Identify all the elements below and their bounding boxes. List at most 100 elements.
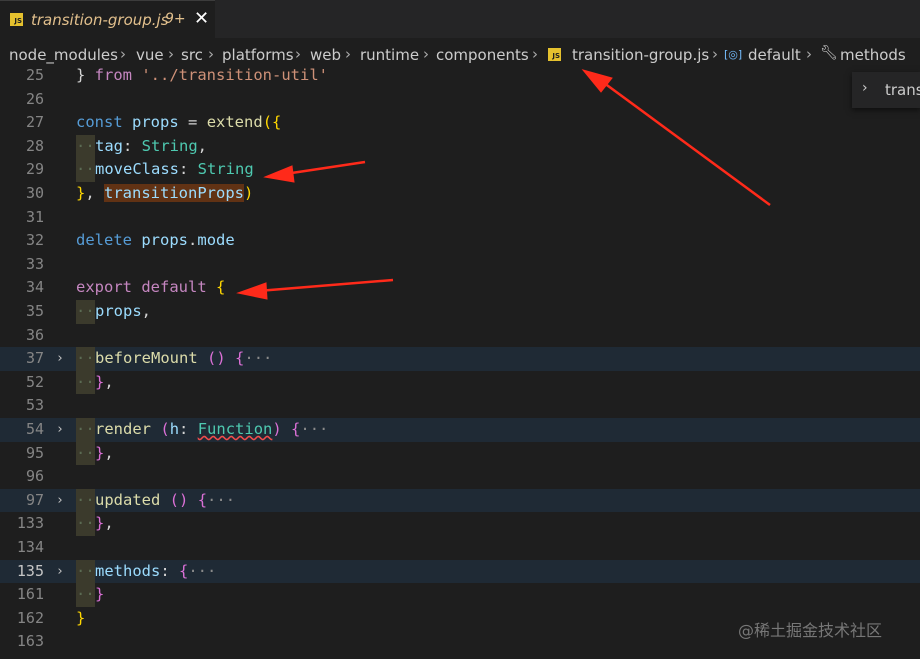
- breadcrumb-item-transition-group-js[interactable]: transition-group.js: [572, 46, 709, 64]
- code-line[interactable]: 27 const props = extend({: [0, 111, 920, 135]
- code-line[interactable]: 54 › ··render (h: Function) {···: [0, 418, 920, 442]
- symbol-module-icon: [◎]: [724, 48, 743, 61]
- code-text: ··},: [76, 370, 114, 395]
- code-line[interactable]: 35 ··props,: [0, 300, 920, 324]
- code-line[interactable]: 26: [0, 88, 920, 112]
- js-file-icon: JS: [10, 13, 23, 26]
- fold-chevron-icon[interactable]: ›: [56, 347, 64, 371]
- code-token: moveClass: [95, 160, 179, 179]
- code-token: ,: [104, 514, 114, 533]
- code-token: }: [76, 184, 86, 202]
- indent-guide: ··: [76, 300, 95, 324]
- code-line[interactable]: 52 ··},: [0, 370, 920, 395]
- breadcrumb-item-methods[interactable]: methods: [840, 46, 906, 64]
- indent-guide: ··: [76, 512, 95, 536]
- breadcrumb-item-vue[interactable]: vue: [136, 46, 164, 64]
- code-token: methods: [95, 561, 161, 580]
- line-number: 27: [25, 113, 44, 132]
- code-line[interactable]: 29 ··moveClass: String: [0, 158, 920, 182]
- line-number: 96: [25, 467, 44, 486]
- breadcrumb-separator: ›: [532, 45, 538, 63]
- code-token: ,: [197, 136, 208, 155]
- line-number: 95: [25, 443, 44, 462]
- close-icon[interactable]: ✕: [194, 8, 209, 29]
- breadcrumb-separator: ›: [295, 45, 301, 63]
- code-token: :: [179, 160, 198, 179]
- code-token: String: [141, 136, 198, 155]
- fold-chevron-icon[interactable]: ›: [56, 418, 64, 442]
- fold-chevron-icon[interactable]: ›: [56, 489, 64, 513]
- tab-filename: transition-group.js: [31, 11, 169, 29]
- code-line[interactable]: 96: [0, 465, 920, 489]
- code-token: props: [141, 231, 189, 250]
- code-editor[interactable]: 25} from '../transition-util' 26 27 const p…: [0, 64, 920, 659]
- breadcrumb-item-src[interactable]: src: [181, 46, 203, 64]
- breadcrumb-item-components[interactable]: components: [436, 46, 529, 64]
- peek-widget[interactable]: › trans: [852, 72, 920, 108]
- line-number: 97: [25, 490, 44, 509]
- line-number: 28: [25, 136, 44, 155]
- editor-tab[interactable]: JS transition-group.js 9+ ✕: [0, 0, 215, 38]
- breadcrumb-item-runtime[interactable]: runtime: [360, 46, 419, 64]
- breadcrumb-separator: ›: [345, 45, 351, 63]
- indent-guide: ··: [76, 559, 95, 584]
- code-token: ···: [188, 561, 217, 580]
- peek-label: trans: [885, 81, 920, 99]
- fold-chevron-icon[interactable]: ›: [56, 560, 64, 584]
- code-text: }, transitionProps): [76, 182, 253, 206]
- code-token: extend: [206, 113, 263, 132]
- code-line[interactable]: 28 ··tag: String,: [0, 134, 920, 159]
- code-token: props: [95, 302, 142, 320]
- chevron-right-icon[interactable]: ›: [862, 80, 868, 96]
- code-line[interactable]: 31: [0, 206, 920, 230]
- line-number: 135: [16, 561, 44, 580]
- code-text: const props = extend({: [76, 111, 281, 135]
- code-token: }: [76, 66, 95, 84]
- code-text: ··render (h: Function) {···: [76, 418, 328, 442]
- code-token: }: [76, 608, 86, 627]
- tab-bar: JS transition-group.js 9+ ✕: [0, 0, 920, 38]
- code-token: :: [179, 420, 198, 438]
- code-line[interactable]: 32 delete props.mode: [0, 229, 920, 253]
- breadcrumb-item-default[interactable]: default: [748, 46, 801, 64]
- code-token: :: [123, 136, 142, 155]
- code-line[interactable]: 30 }, transitionProps): [0, 182, 920, 206]
- line-number: 33: [25, 254, 44, 273]
- code-line[interactable]: 134: [0, 536, 920, 560]
- code-line[interactable]: 97 › ··updated () {···: [0, 488, 920, 513]
- code-line[interactable]: 33: [0, 253, 920, 277]
- code-token: export: [76, 278, 132, 297]
- code-line[interactable]: 34 export default {: [0, 276, 920, 300]
- code-token: tag: [95, 136, 123, 155]
- code-line[interactable]: 36: [0, 324, 920, 348]
- code-text: ··beforeMount () {···: [76, 347, 272, 371]
- code-line[interactable]: 95 ··},: [0, 441, 920, 466]
- breadcrumb-item-platforms[interactable]: platforms: [222, 46, 294, 64]
- code-text: ··}: [76, 583, 104, 607]
- code-line[interactable]: 25} from '../transition-util': [0, 64, 920, 88]
- line-number: 162: [16, 608, 44, 627]
- watermark: @稀土掘金技术社区: [738, 621, 883, 640]
- code-text: delete props.mode: [76, 229, 235, 253]
- code-token: ···: [244, 349, 273, 368]
- breadcrumb-item-web[interactable]: web: [310, 46, 341, 64]
- line-number: 34: [25, 278, 44, 297]
- code-line[interactable]: 161 ··}: [0, 583, 920, 607]
- code-line[interactable]: 133 ··},: [0, 512, 920, 536]
- code-line[interactable]: 135 › ··methods: {···: [0, 559, 920, 584]
- code-token: props: [132, 113, 179, 132]
- code-token: String: [197, 160, 254, 179]
- line-number: 134: [16, 538, 44, 556]
- code-line[interactable]: 53: [0, 394, 920, 418]
- code-token: .: [188, 231, 198, 250]
- code-token: {: [291, 420, 301, 438]
- code-token: }: [95, 585, 105, 604]
- code-token: (: [160, 420, 170, 438]
- indent-guide: ··: [76, 134, 95, 159]
- line-number: 25: [25, 66, 44, 84]
- breadcrumb-item-node-modules[interactable]: node_modules: [9, 46, 118, 64]
- code-token: '../transition-util': [141, 66, 328, 84]
- line-number: 30: [25, 184, 44, 202]
- code-line[interactable]: 37 › ··beforeMount () {···: [0, 347, 920, 371]
